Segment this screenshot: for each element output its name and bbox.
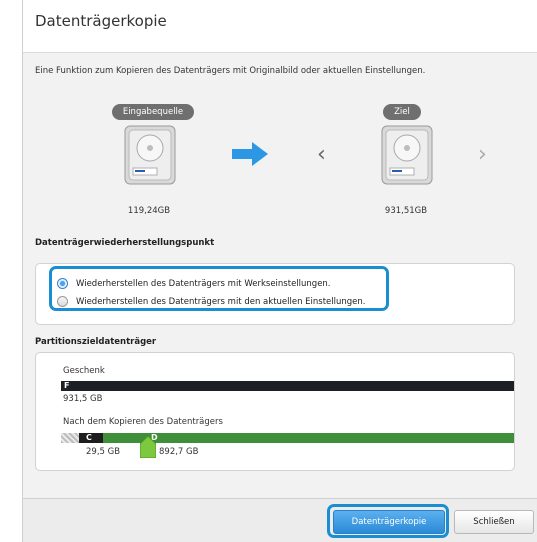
dialog-title: Datenträgerkopie [35,12,167,30]
current-partition-label: Geschenk [63,366,105,376]
partition-d-size: 892,7 GB [159,447,199,457]
partition-c-size: 29,5 GB [86,447,121,457]
previous-target-button[interactable]: ‹ [317,142,326,167]
partition-d-segment [103,433,514,443]
radio-factory-label: Wiederherstellen des Datenträgers mit We… [76,278,331,289]
radio-current-settings[interactable]: Wiederherstellen des Datenträgers mit de… [57,296,366,307]
radio-unselected-icon [57,296,68,307]
source-label: Eingabequelle [112,104,194,120]
current-partition-bar [61,381,514,391]
description-text: Eine Funktion zum Kopieren des Datenträg… [35,66,426,76]
partition-section-title: Partitionszieldatenträger [35,337,157,347]
unallocated-segment [61,433,79,443]
source-hdd-icon [124,125,176,185]
radio-current-label: Wiederherstellen des Datenträgers mit de… [76,296,366,307]
restore-section-title: Datenträgerwiederherstellungspunkt [35,238,215,248]
target-size: 931,51GB [384,206,428,216]
target-hdd-icon [381,125,433,185]
target-label: Ziel [383,104,421,120]
current-partition-size: 931,5 GB [63,394,103,404]
next-target-button[interactable]: › [478,142,487,167]
close-button[interactable]: Schließen [454,510,534,534]
title-bar: Datenträgerkopie [23,0,537,53]
arrow-right-icon [232,142,268,166]
source-size: 119,24GB [127,206,171,216]
current-partition-letter: F [64,381,70,390]
radio-selected-icon [57,278,68,289]
after-copy-label: Nach dem Kopieren des Datenträgers [63,417,223,427]
disk-copy-button[interactable]: Datenträgerkopie [333,510,445,534]
disk-copy-dialog: Datenträgerkopie Eine Funktion zum Kopie… [22,0,537,542]
radio-factory-settings[interactable]: Wiederherstellen des Datenträgers mit We… [57,278,331,289]
partition-resize-handle[interactable] [140,436,156,458]
partition-c-letter: C [86,433,92,442]
